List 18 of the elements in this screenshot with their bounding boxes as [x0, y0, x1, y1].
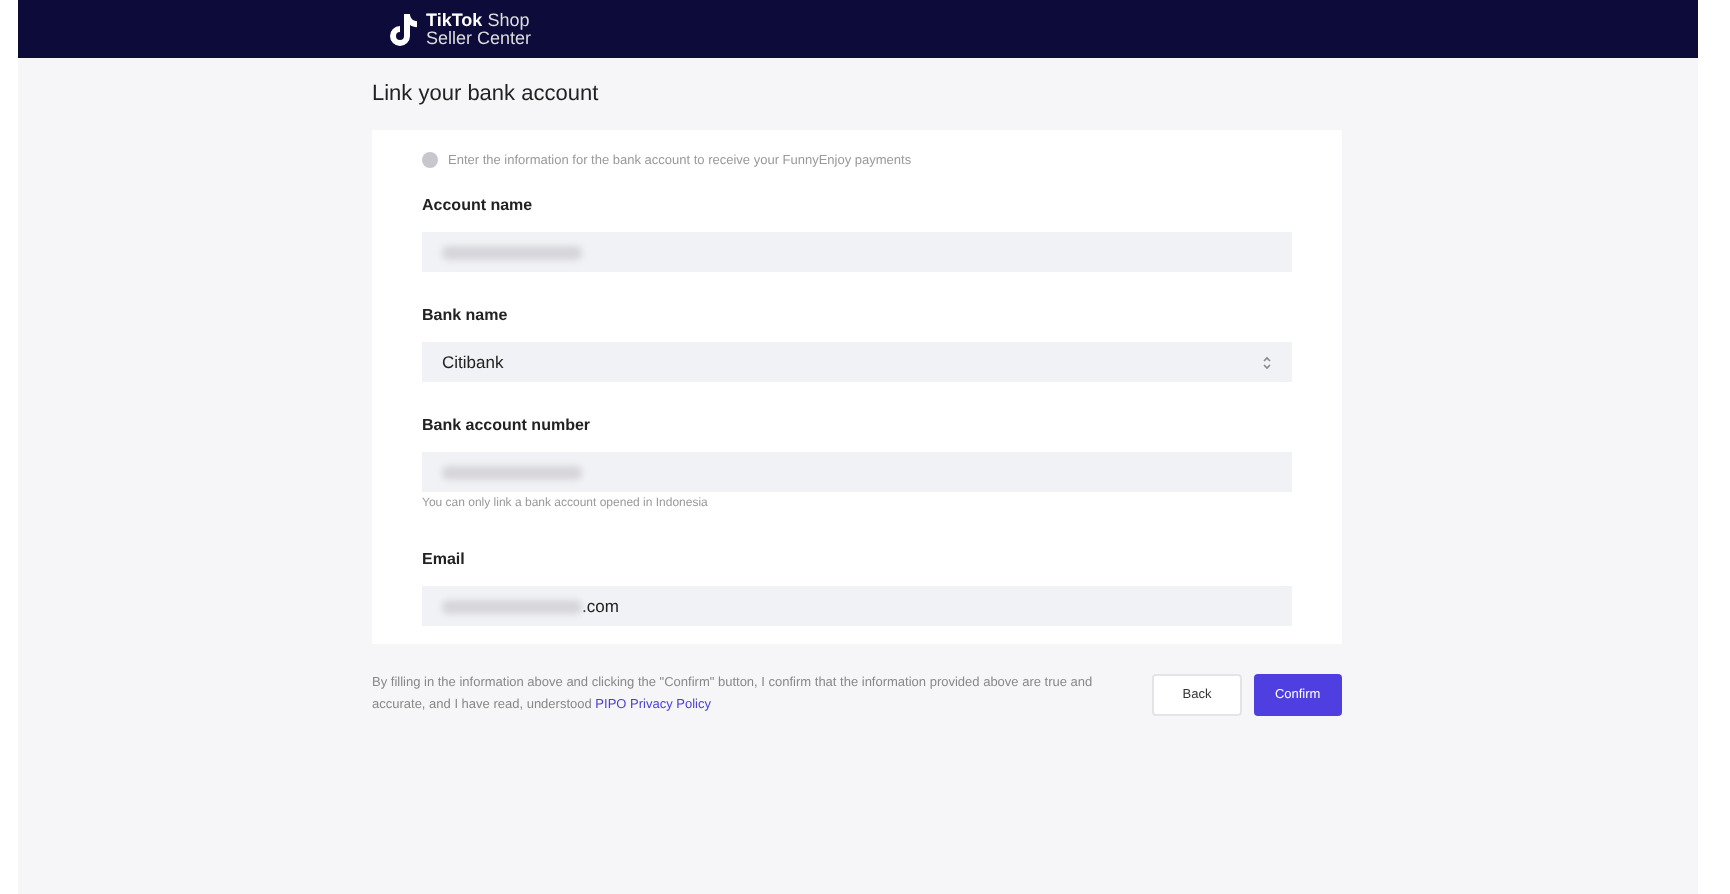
field-label: Bank name	[422, 306, 510, 324]
input-field[interactable]: .com	[422, 586, 1292, 626]
select-arrows-icon	[1262, 353, 1272, 371]
redacted-value	[442, 465, 582, 479]
field-label: Bank account number	[422, 416, 593, 434]
tiktok-logo-icon	[390, 13, 418, 45]
logo-shop-text: Shop	[487, 9, 530, 29]
page-title: Link your bank account	[372, 82, 601, 106]
logo-text: TikTok	[426, 9, 483, 29]
field-label: Email	[422, 550, 467, 568]
info-icon	[422, 152, 438, 168]
field-label: Account name	[422, 196, 535, 214]
redacted-value	[442, 599, 582, 613]
redacted-value	[442, 245, 582, 259]
input-field[interactable]	[422, 452, 1292, 492]
input-field[interactable]	[422, 232, 1292, 272]
logo-subtitle: Seller Center	[426, 29, 532, 47]
bank-select[interactable]: Citibank	[422, 342, 1292, 382]
